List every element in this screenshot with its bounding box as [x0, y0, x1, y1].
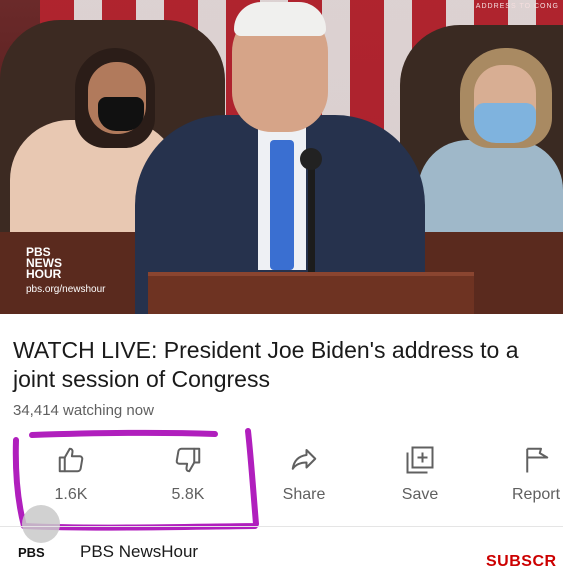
person-right-mask [474, 103, 536, 143]
microphone [300, 148, 322, 170]
video-player[interactable]: PBS NEWS HOUR pbs.org/newshour ADDRESS T… [0, 0, 563, 314]
broadcast-caption: ADDRESS TO CONG [475, 3, 559, 10]
share-label: Share [282, 486, 326, 503]
watermark-url: pbs.org/newshour [26, 284, 106, 295]
watermark-line-3: HOUR [26, 267, 62, 281]
share-button[interactable]: Share [254, 440, 354, 510]
video-title: WATCH LIVE: President Joe Biden's addres… [13, 337, 519, 392]
save-button[interactable]: Save [370, 440, 470, 510]
person-left-mask [98, 97, 144, 131]
playlist-add-icon [403, 443, 437, 477]
subscribe-button[interactable]: SUBSCR [486, 553, 557, 566]
share-arrow-icon [287, 443, 321, 477]
report-button[interactable]: Report [486, 440, 563, 510]
pbs-newshour-watermark: PBS NEWS HOUR [26, 246, 62, 281]
report-label: Report [511, 486, 561, 503]
save-label: Save [401, 486, 439, 503]
channel-logo[interactable]: PBS [18, 545, 45, 560]
channel-name[interactable]: PBS NewsHour [80, 542, 198, 562]
avatar [22, 505, 60, 543]
podium [148, 272, 474, 314]
flag-icon [519, 443, 553, 477]
speaker-tie [270, 140, 294, 270]
live-viewer-count: 34,414 watching now [13, 402, 154, 419]
speaker-hair [234, 2, 326, 36]
divider [0, 526, 563, 527]
